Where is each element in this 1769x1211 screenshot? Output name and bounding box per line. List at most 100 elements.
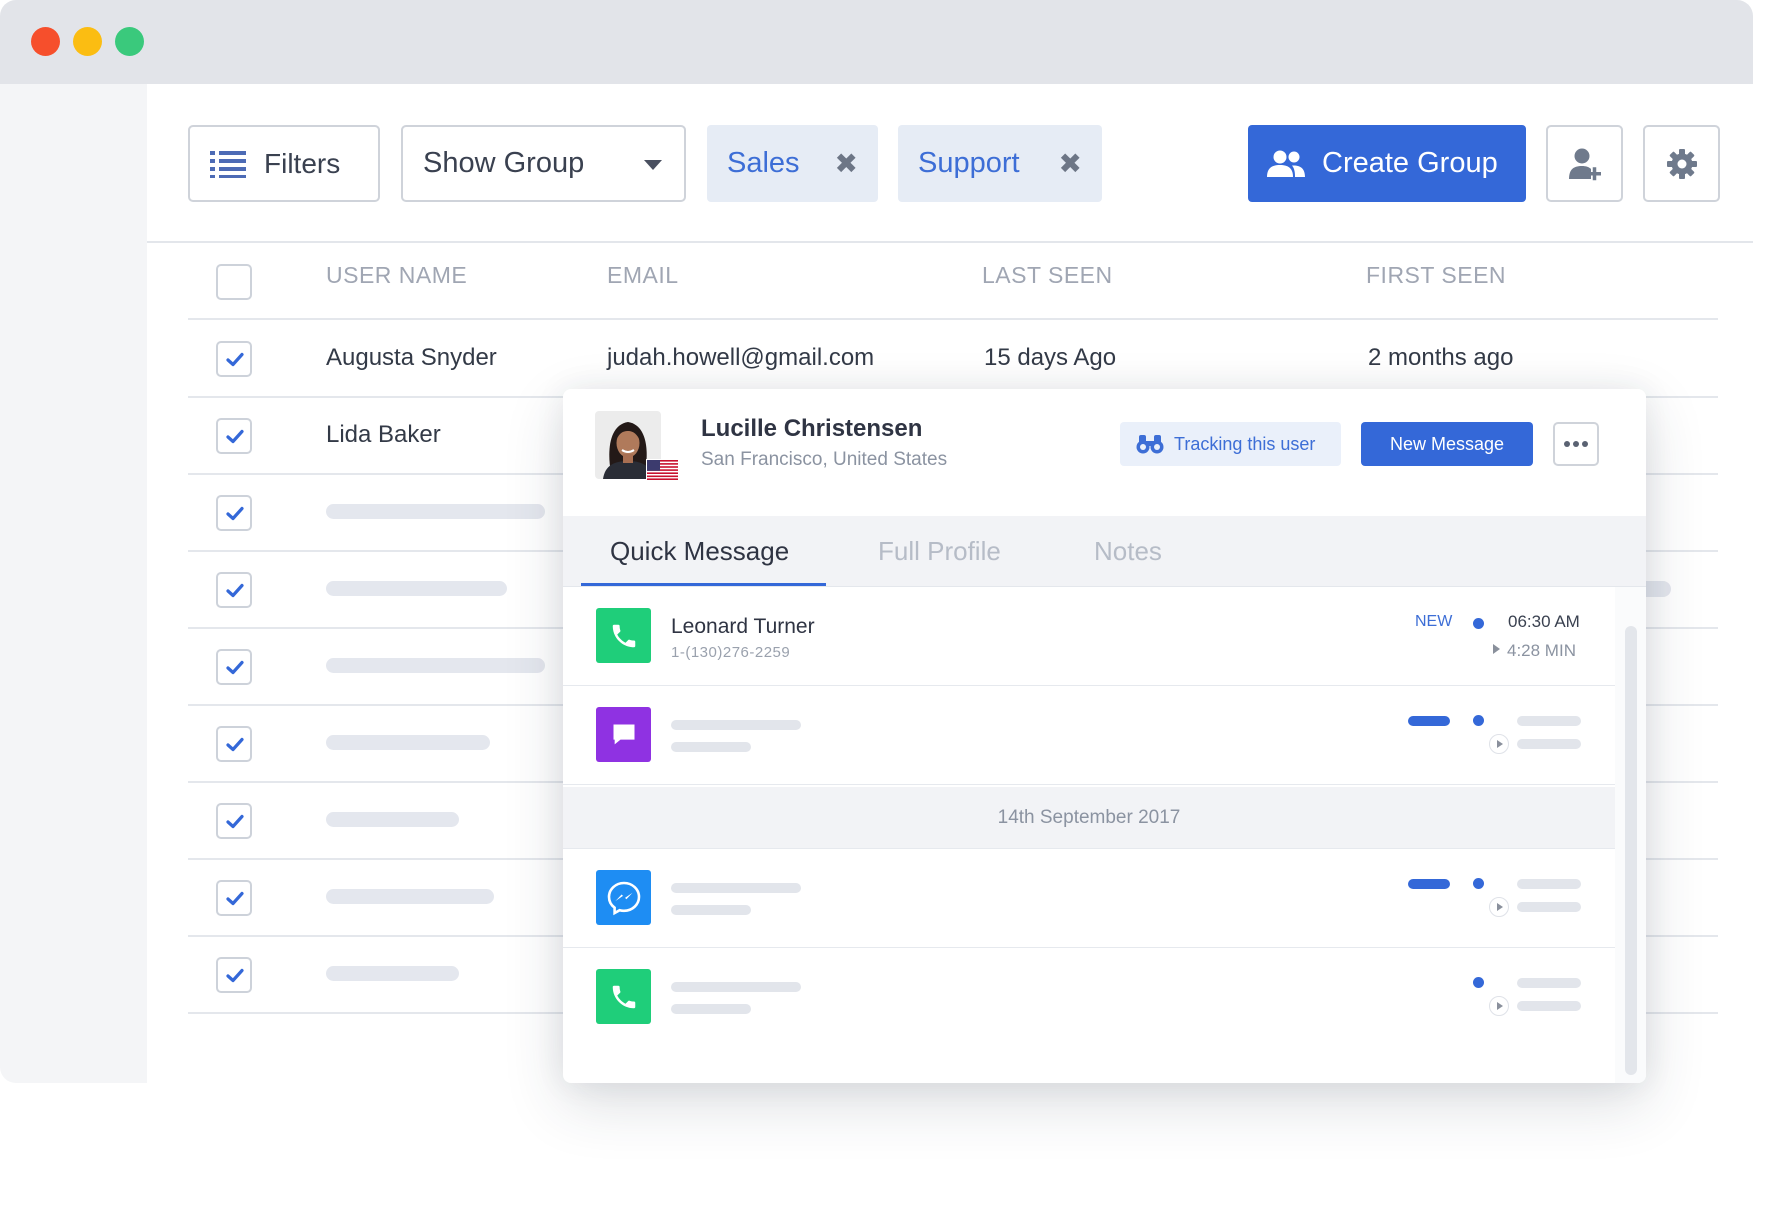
- unread-dot: [1473, 878, 1484, 889]
- row-checkbox[interactable]: [216, 341, 252, 377]
- column-header-email[interactable]: EMAIL: [607, 262, 679, 302]
- placeholder-bar: [671, 883, 801, 893]
- status-pill: [1408, 716, 1450, 726]
- placeholder-bar: [326, 889, 494, 904]
- chip-label: Support: [918, 147, 1020, 179]
- new-badge: NEW: [1415, 613, 1453, 630]
- phone-icon: [596, 969, 651, 1024]
- row-checkbox[interactable]: [216, 572, 252, 608]
- create-group-label: Create Group: [1322, 147, 1498, 179]
- messenger-icon: [596, 870, 651, 925]
- show-group-select[interactable]: Show Group: [401, 125, 686, 202]
- check-icon: [226, 583, 244, 598]
- tab-notes[interactable]: Notes: [1094, 536, 1162, 567]
- check-icon: [226, 506, 244, 521]
- title-bar: [0, 0, 1753, 84]
- unread-dot: [1473, 715, 1484, 726]
- us-flag-icon: [646, 459, 679, 481]
- placeholder-bar: [671, 742, 751, 752]
- maximize-window-button[interactable]: [115, 27, 144, 56]
- new-message-button[interactable]: New Message: [1361, 422, 1533, 466]
- placeholder-bar: [1517, 978, 1581, 988]
- row-checkbox[interactable]: [216, 957, 252, 993]
- date-separator-label: 14th September 2017: [997, 807, 1181, 828]
- chip-sales: Sales ✖: [707, 125, 878, 202]
- column-header-user-name[interactable]: USER NAME: [326, 262, 467, 302]
- remove-chip-icon[interactable]: ✖: [835, 147, 858, 180]
- users-icon: [1267, 150, 1305, 177]
- check-icon: [226, 891, 244, 906]
- active-tab-indicator: [581, 583, 826, 586]
- filters-label: Filters: [264, 147, 341, 179]
- status-pill: [1408, 879, 1450, 889]
- profile-tabs: Quick Message Full Profile Notes: [563, 516, 1646, 587]
- binoculars-icon: [1136, 435, 1164, 454]
- create-group-button[interactable]: Create Group: [1248, 125, 1526, 202]
- show-group-value: Show Group: [423, 147, 585, 179]
- settings-button[interactable]: [1643, 125, 1720, 202]
- chevron-down-icon: [644, 160, 662, 170]
- remove-chip-icon[interactable]: ✖: [1059, 147, 1082, 180]
- play-icon[interactable]: [1489, 996, 1509, 1016]
- list-icon: [210, 150, 246, 178]
- first-seen-cell: 2 months ago: [1368, 344, 1514, 371]
- toolbar-divider: [147, 241, 1753, 243]
- tab-quick-message[interactable]: Quick Message: [610, 536, 789, 567]
- user-profile-panel: Lucille Christensen San Francisco, Unite…: [563, 389, 1646, 1083]
- placeholder-bar: [326, 812, 459, 827]
- play-icon[interactable]: [1489, 734, 1509, 754]
- message-item[interactable]: [563, 686, 1615, 785]
- placeholder-bar: [326, 658, 545, 673]
- row-checkbox[interactable]: [216, 726, 252, 762]
- message-item[interactable]: [563, 948, 1615, 1047]
- column-header-last-seen[interactable]: LAST SEEN: [982, 262, 1113, 302]
- row-checkbox[interactable]: [216, 803, 252, 839]
- row-checkbox[interactable]: [216, 880, 252, 916]
- date-separator: 14th September 2017: [563, 787, 1615, 849]
- profile-location: San Francisco, United States: [701, 449, 948, 470]
- chip-support: Support ✖: [898, 125, 1102, 202]
- check-icon: [226, 814, 244, 829]
- chip-label: Sales: [727, 147, 800, 179]
- row-checkbox[interactable]: [216, 495, 252, 531]
- tab-full-profile[interactable]: Full Profile: [878, 536, 1001, 567]
- row-checkbox[interactable]: [216, 418, 252, 454]
- contact-phone: 1-(130)276-2259: [671, 644, 791, 661]
- add-user-button[interactable]: [1546, 125, 1623, 202]
- profile-name: Lucille Christensen: [701, 415, 923, 442]
- add-user-icon: [1568, 148, 1601, 180]
- placeholder-bar: [326, 504, 545, 519]
- email-cell: judah.howell@gmail.com: [607, 344, 875, 371]
- scrollbar-thumb[interactable]: [1625, 626, 1637, 1075]
- user-name-cell: Augusta Snyder: [326, 344, 497, 371]
- column-header-first-seen[interactable]: FIRST SEEN: [1366, 262, 1506, 302]
- play-icon[interactable]: [1493, 644, 1500, 654]
- row-checkbox[interactable]: [216, 649, 252, 685]
- message-item[interactable]: [563, 849, 1615, 948]
- more-options-button[interactable]: [1553, 422, 1599, 466]
- unread-dot: [1473, 618, 1484, 629]
- last-seen-cell: 15 days Ago: [984, 344, 1117, 371]
- new-message-label: New Message: [1389, 433, 1505, 454]
- unread-dot: [1473, 977, 1484, 988]
- message-time: 06:30 AM: [1508, 612, 1580, 631]
- minimize-window-button[interactable]: [73, 27, 102, 56]
- more-horizontal-icon: [1564, 441, 1588, 447]
- play-icon[interactable]: [1489, 897, 1509, 917]
- placeholder-bar: [1517, 739, 1581, 749]
- placeholder-bar: [671, 905, 751, 915]
- placeholder-bar: [671, 1004, 751, 1014]
- check-icon: [226, 352, 244, 367]
- placeholder-bar: [326, 966, 459, 981]
- sidebar: [0, 84, 147, 1083]
- message-item[interactable]: Leonard Turner 1-(130)276-2259 NEW 06:30…: [563, 587, 1615, 686]
- select-all-checkbox[interactable]: [216, 264, 252, 300]
- close-window-button[interactable]: [31, 27, 60, 56]
- placeholder-bar: [326, 581, 507, 596]
- tracking-user-button[interactable]: Tracking this user: [1120, 422, 1341, 466]
- chat-icon: [596, 707, 651, 762]
- placeholder-bar: [1646, 581, 1671, 597]
- placeholder-bar: [671, 720, 801, 730]
- filters-button[interactable]: Filters: [188, 125, 380, 202]
- contact-name: Leonard Turner: [671, 615, 815, 638]
